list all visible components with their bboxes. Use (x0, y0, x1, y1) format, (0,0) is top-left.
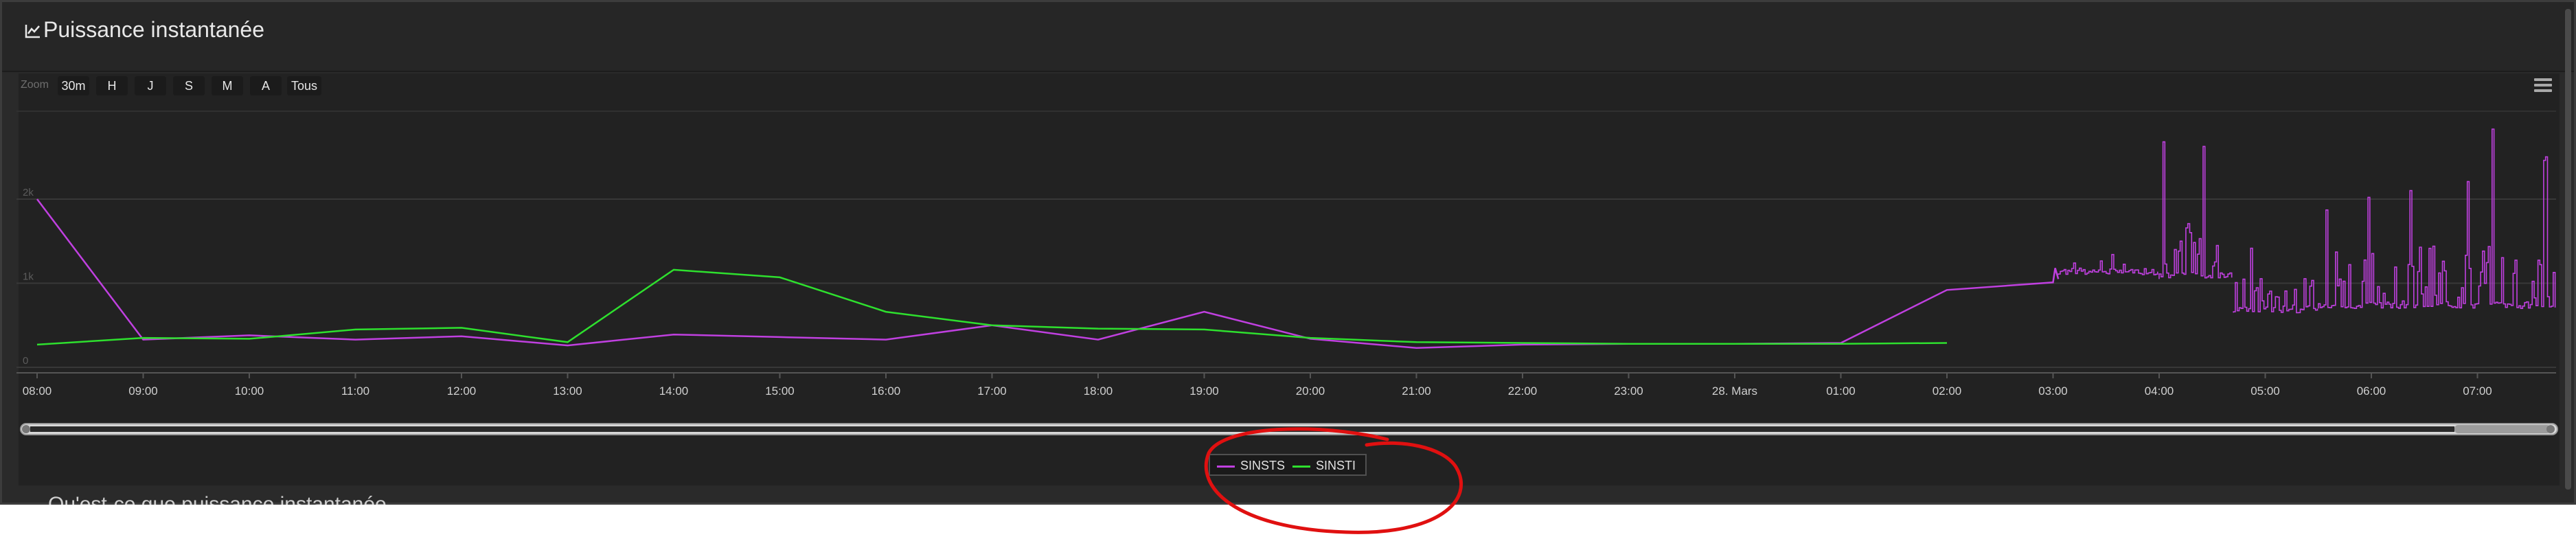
navigator-right-arrow-icon (2546, 425, 2555, 433)
x-tick-label: 10:00 (235, 385, 264, 398)
x-tick-label: 05:00 (2250, 385, 2280, 398)
chart-legend: SINSTS SINSTI (1209, 454, 1367, 476)
x-tick-label: 19:00 (1189, 385, 1219, 398)
navigator-handle (2454, 425, 2551, 433)
series-line-sinsti (36, 268, 1948, 346)
x-tick-label: 17:00 (977, 385, 1007, 398)
x-tick-label: 22:00 (1508, 385, 1538, 398)
x-tick-label: 16:00 (871, 385, 901, 398)
x-tick-label: 15:00 (765, 385, 795, 398)
x-tick-label: 04:00 (2145, 385, 2174, 398)
legend-swatch (1217, 465, 1235, 468)
x-tick-label: 13:00 (553, 385, 582, 398)
series-dense-sinsts (2318, 128, 2556, 309)
x-axis: 08:00 09:00 10:00 11:00 12:00 13:00 14:00 15:00… (16, 372, 2556, 398)
series-line-sinsts (36, 198, 2060, 349)
x-tick-label: 07:00 (2463, 385, 2492, 398)
series-dense-sinsts (2233, 247, 2318, 314)
next-section-title: Qu'est-ce que puissance instantanée (48, 493, 387, 505)
y-tick-label: 0 (23, 355, 28, 367)
y-tick-label: 1k (23, 271, 34, 283)
legend-item-sinsti[interactable]: SINSTI (1292, 458, 1356, 473)
series-layer (36, 128, 2556, 349)
x-tick-label: 11:00 (341, 385, 369, 398)
navigator-left-arrow-icon (22, 425, 30, 433)
x-tick-label: 01:00 (1826, 385, 1856, 398)
x-tick-label: 02:00 (1933, 385, 1962, 398)
legend-item-sinsts[interactable]: SINSTS (1217, 458, 1285, 473)
x-tick-label: 03:00 (2038, 385, 2068, 398)
series-dense-sinsts (2158, 141, 2233, 279)
legend-swatch (1292, 465, 1310, 468)
navigator-scrollbar[interactable] (20, 423, 2558, 435)
series-dense-sinsts (2058, 253, 2158, 275)
navigator-outside (30, 426, 2454, 432)
x-tick-label: 18:00 (1084, 385, 1113, 398)
x-tick-label: 28. Mars (1712, 385, 1757, 398)
y-tick-label: 2k (23, 187, 34, 198)
y-axis: 0 1k 2k (23, 187, 34, 367)
x-tick-label: 09:00 (128, 385, 158, 398)
x-tick-label: 21:00 (1402, 385, 1431, 398)
x-tick-label: 20:00 (1296, 385, 1325, 398)
x-tick-label: 14:00 (659, 385, 689, 398)
x-tick-label: 08:00 (23, 385, 52, 398)
x-tick-label: 06:00 (2357, 385, 2386, 398)
x-tick-label: 23:00 (1614, 385, 1643, 398)
x-tick-label: 12:00 (447, 385, 477, 398)
